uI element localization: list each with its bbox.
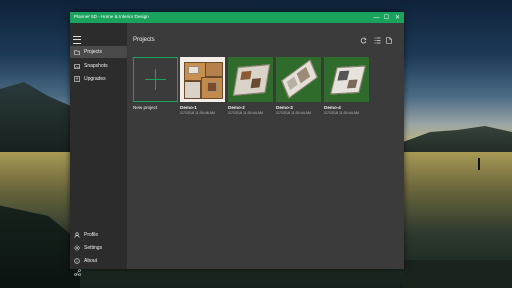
photo-icon [70, 63, 84, 69]
sidebar-item-label: Upgrades [84, 76, 106, 82]
project-thumbnail[interactable] [324, 57, 369, 102]
maximize-button[interactable]: ☐ [381, 12, 392, 23]
project-name: Demo-1 [180, 105, 197, 110]
sidebar-item-label: Snapshots [84, 63, 108, 69]
title-bar[interactable]: Planner 5D - Home & Interior Design — ☐ … [70, 12, 404, 23]
project-thumbnail[interactable] [276, 57, 321, 102]
project-name: Demo-2 [228, 105, 245, 110]
iso-room [250, 78, 262, 89]
project-name: Demo-3 [276, 105, 293, 110]
hamburger-icon[interactable] [73, 36, 81, 44]
iso-room [286, 76, 298, 91]
sidebar-item-label: Settings [84, 245, 103, 251]
furniture [188, 66, 199, 74]
list-icon [374, 37, 381, 44]
shore-right [403, 260, 512, 288]
iso-room [337, 70, 350, 81]
app-window: Planner 5D - Home & Interior Design — ☐ … [70, 12, 404, 276]
new-document-button[interactable] [386, 37, 392, 46]
project-card[interactable]: Demo-3 2/7/2018 11:00:44 AM [276, 57, 321, 115]
refresh-button[interactable] [360, 37, 367, 46]
document-icon [386, 37, 392, 44]
floor-room [184, 81, 201, 99]
iso-room [240, 70, 252, 81]
iso-room [296, 66, 311, 84]
project-thumbnail[interactable] [228, 57, 273, 102]
sidebar-item-label: Projects [84, 49, 103, 55]
sidebar-item-snapshots[interactable]: Snapshots [70, 60, 127, 72]
list-view-button[interactable] [374, 37, 381, 46]
close-button[interactable]: ✕ [392, 12, 403, 23]
info-icon [70, 258, 84, 264]
project-name: Demo-4 [324, 105, 341, 110]
project-thumbnail[interactable] [180, 57, 225, 102]
sidebar-item-profile[interactable]: Profile [70, 229, 127, 241]
new-project-label: New project [133, 105, 158, 110]
furniture [207, 82, 217, 92]
upgrade-icon [70, 76, 84, 82]
content-area: Projects New project Demo-1 2/7/2018 11:… [127, 23, 404, 269]
project-card[interactable]: Demo-4 2/7/2018 11:00:44 AM [324, 57, 369, 115]
iso-room [346, 79, 358, 89]
sidebar-item-about[interactable]: About [70, 255, 127, 267]
gear-icon [70, 245, 84, 251]
project-date: 2/7/2018 11:00:44 AM [276, 111, 311, 115]
window-title: Planner 5D - Home & Interior Design [74, 14, 149, 19]
sidebar-item-label: Profile [84, 232, 99, 238]
iso-house [330, 65, 366, 95]
iso-house [232, 64, 271, 96]
sidebar-item-projects[interactable]: Projects [70, 46, 127, 58]
floor-room [205, 62, 223, 77]
project-card[interactable]: Demo-2 2/7/2018 11:00:44 AM [228, 57, 273, 115]
sidebar-item-upgrades[interactable]: Upgrades [70, 73, 127, 85]
folder-icon [70, 49, 84, 55]
person-icon [70, 232, 84, 238]
iso-house [281, 59, 318, 99]
page-title: Projects [133, 37, 155, 43]
project-date: 2/7/2018 11:00:44 AM [228, 111, 263, 115]
sidebar-item-label: About [84, 258, 98, 264]
new-project-card[interactable]: New project [133, 57, 178, 110]
sidebar: Projects Snapshots Upgrades Profile Sett… [70, 23, 127, 276]
project-date: 2/7/2018 11:00:44 AM [324, 111, 359, 115]
refresh-icon [360, 37, 367, 44]
share-icon[interactable] [74, 269, 81, 278]
project-card[interactable]: Demo-1 2/7/2018 11:00:46 AM [180, 57, 225, 115]
new-project-tile[interactable] [133, 57, 178, 102]
sidebar-item-settings[interactable]: Settings [70, 242, 127, 254]
paddleboarder [478, 158, 480, 170]
project-date: 2/7/2018 11:00:46 AM [180, 111, 215, 115]
plus-icon-stem [155, 69, 156, 90]
